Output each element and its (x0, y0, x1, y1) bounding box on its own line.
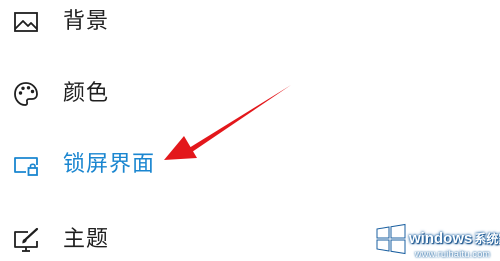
windows-logo-icon (376, 223, 406, 255)
watermark-brand: windows系统家园 (409, 230, 500, 247)
lock-screen-icon (12, 151, 40, 179)
nav-item-label: 颜色 (63, 81, 110, 106)
watermark-url: www.ruihaitu.com (415, 249, 491, 259)
nav-item-color[interactable]: 颜色 (0, 72, 230, 116)
nav-item-theme[interactable]: 主题 (0, 218, 230, 261)
watermark-brand-sub: 系统家园 (474, 232, 500, 246)
nav-item-label: 主题 (63, 227, 110, 252)
nav-item-label: 背景 (63, 9, 110, 34)
nav-item-background[interactable]: 背景 (0, 0, 230, 44)
nav-item-label: 锁屏界面 (63, 152, 156, 177)
site-watermark: windows系统家园 www.ruihaitu.com (372, 210, 500, 261)
nav-item-lock-screen[interactable]: 锁屏界面 (0, 143, 230, 187)
image-icon (12, 8, 40, 36)
watermark-brand-name: windows (409, 230, 473, 247)
theme-brush-icon (12, 226, 40, 254)
palette-icon (12, 80, 40, 108)
settings-personalization-panel: 背景 颜色 锁屏界面 主题 windows 系统 www.ruihaitu.co… (0, 0, 500, 261)
